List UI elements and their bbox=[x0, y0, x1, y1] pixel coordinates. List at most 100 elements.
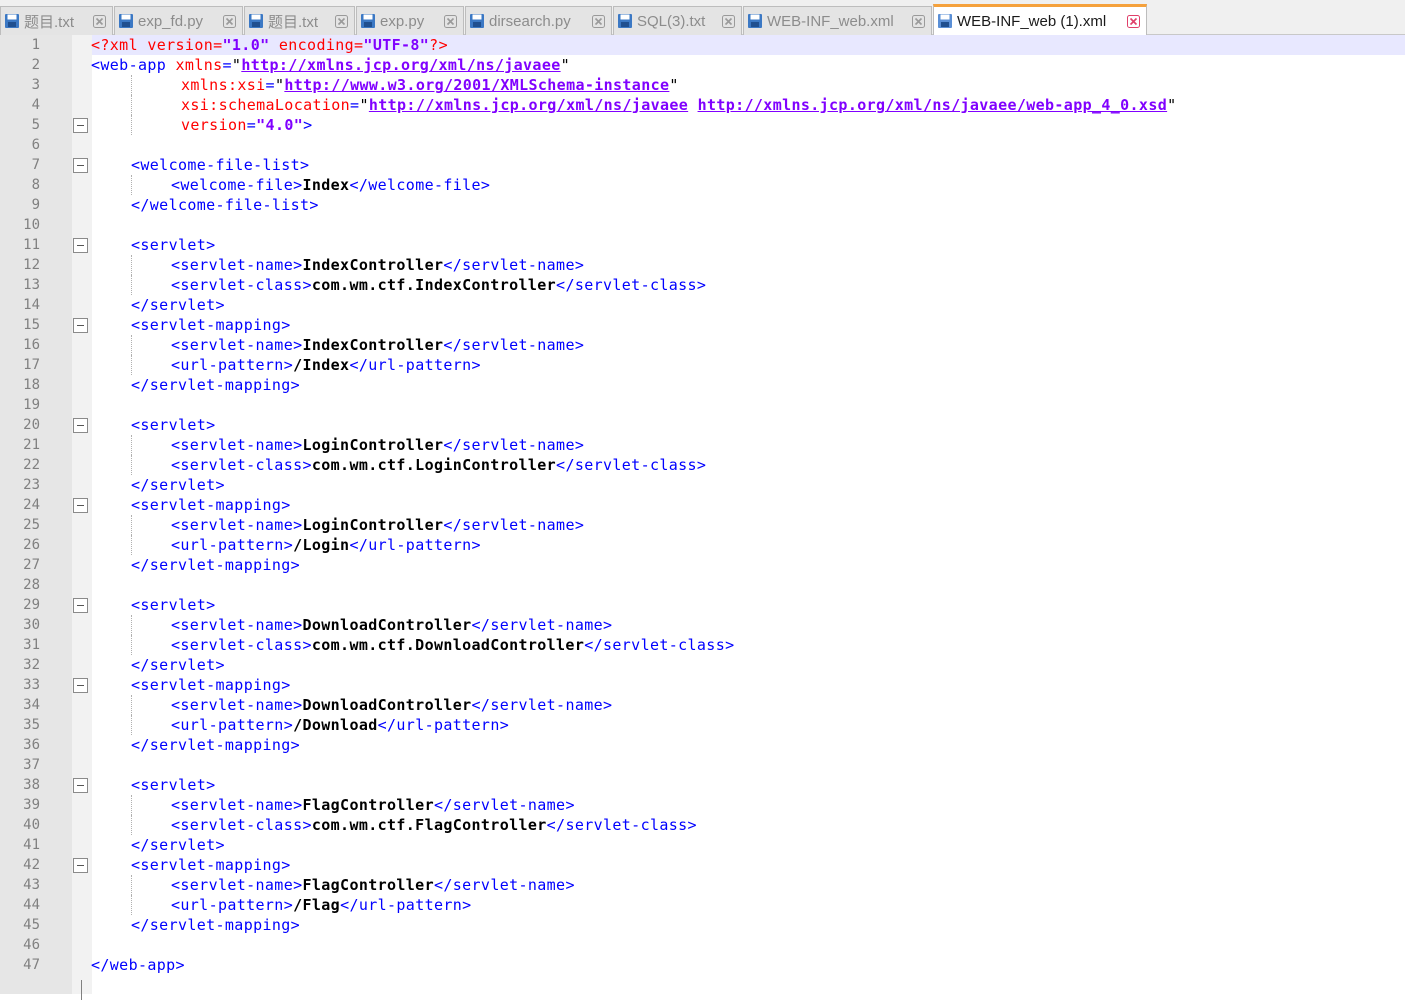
line-number: 29 bbox=[23, 597, 40, 613]
close-icon[interactable] bbox=[444, 14, 457, 28]
token-pi: ?> bbox=[429, 36, 448, 54]
indent-guide bbox=[131, 515, 132, 535]
code-line[interactable]: 19 bbox=[0, 395, 1405, 415]
code-text: </servlet> bbox=[131, 835, 225, 855]
code-line[interactable]: 14 </servlet> bbox=[0, 295, 1405, 315]
code-line[interactable]: 17 <url-pattern>/Index</url-pattern> bbox=[0, 355, 1405, 375]
token-tag: <servlet-class> bbox=[171, 816, 312, 834]
code-line[interactable]: 24 <servlet-mapping> bbox=[0, 495, 1405, 515]
code-line[interactable]: 41 </servlet> bbox=[0, 835, 1405, 855]
fold-minus-icon[interactable] bbox=[73, 598, 88, 613]
indent-guide bbox=[131, 535, 132, 555]
close-icon[interactable] bbox=[722, 14, 735, 28]
code-line[interactable]: 39 <servlet-name>FlagController</servlet-… bbox=[0, 795, 1405, 815]
close-icon[interactable] bbox=[93, 14, 106, 28]
token-txt: FlagController bbox=[302, 796, 434, 814]
code-line[interactable]: 18 </servlet-mapping> bbox=[0, 375, 1405, 395]
tab-6[interactable]: SQL(3).txt bbox=[613, 6, 742, 35]
code-line[interactable]: 43 <servlet-name>FlagController</servlet-… bbox=[0, 875, 1405, 895]
code-line[interactable]: 23 </servlet> bbox=[0, 475, 1405, 495]
code-line[interactable]: 45 </servlet-mapping> bbox=[0, 915, 1405, 935]
code-line[interactable]: 9 </welcome-file-list> bbox=[0, 195, 1405, 215]
code-line[interactable]: 27 </servlet-mapping> bbox=[0, 555, 1405, 575]
close-icon[interactable] bbox=[912, 14, 925, 28]
tab-8[interactable]: WEB-INF_web (1).xml bbox=[933, 4, 1147, 35]
token-tag: </servlet> bbox=[131, 476, 225, 494]
code-line[interactable]: 3 xmlns:xsi="http://www.w3.org/2001/XMLSc… bbox=[0, 75, 1405, 95]
token-tag: </servlet-name> bbox=[433, 796, 575, 814]
code-line[interactable]: 11 <servlet> bbox=[0, 235, 1405, 255]
close-icon[interactable] bbox=[223, 14, 236, 28]
token-url[interactable]: http://www.w3.org/2001/XMLSchema-instanc… bbox=[284, 76, 669, 94]
code-line[interactable]: 44 <url-pattern>/Flag</url-pattern> bbox=[0, 895, 1405, 915]
code-line[interactable]: 37 bbox=[0, 755, 1405, 775]
code-line[interactable]: 15 <servlet-mapping> bbox=[0, 315, 1405, 335]
code-line[interactable]: 46 bbox=[0, 935, 1405, 955]
line-number: 37 bbox=[23, 757, 40, 773]
close-icon[interactable] bbox=[1127, 14, 1140, 28]
tab-label: 题目.txt bbox=[268, 13, 319, 31]
code-line[interactable]: 36 </servlet-mapping> bbox=[0, 735, 1405, 755]
line-number: 7 bbox=[31, 157, 40, 173]
code-line[interactable]: 47 </web-app> bbox=[0, 955, 1405, 975]
code-editor[interactable]: 1 <?xml version="1.0" encoding="UTF-8"?> 2… bbox=[0, 35, 1405, 1000]
code-line[interactable]: 32 </servlet> bbox=[0, 655, 1405, 675]
code-line[interactable]: 7 <welcome-file-list> bbox=[0, 155, 1405, 175]
tab-2[interactable]: exp_fd.py bbox=[114, 6, 243, 35]
code-text: <servlet-class>com.wm.ctf.LoginControlle… bbox=[171, 455, 706, 475]
tab-1[interactable]: 题目.txt bbox=[0, 6, 113, 35]
token-tag: </url-pattern> bbox=[349, 536, 481, 554]
tab-bar: 题目.txt exp_fd.py 题目.txt exp.py dirsearch.py S… bbox=[0, 0, 1405, 35]
fold-minus-icon[interactable] bbox=[73, 498, 88, 513]
code-line[interactable]: 33 <servlet-mapping> bbox=[0, 675, 1405, 695]
code-line[interactable]: 42 <servlet-mapping> bbox=[0, 855, 1405, 875]
code-line[interactable]: 21 <servlet-name>LoginController</servlet… bbox=[0, 435, 1405, 455]
close-icon[interactable] bbox=[335, 14, 348, 28]
code-line[interactable]: 20 <servlet> bbox=[0, 415, 1405, 435]
fold-minus-icon[interactable] bbox=[73, 858, 88, 873]
code-line[interactable]: 31 <servlet-class>com.wm.ctf.DownloadCont… bbox=[0, 635, 1405, 655]
code-line[interactable]: 29 <servlet> bbox=[0, 595, 1405, 615]
indent-guide bbox=[131, 455, 132, 475]
indent-guide bbox=[131, 635, 132, 655]
code-line[interactable]: 6 bbox=[0, 135, 1405, 155]
code-line[interactable]: 16 <servlet-name>IndexController</servlet… bbox=[0, 335, 1405, 355]
token-url[interactable]: http://xmlns.jcp.org/xml/ns/javaee/web-a… bbox=[698, 96, 1168, 114]
tab-7[interactable]: WEB-INF_web.xml bbox=[743, 6, 932, 35]
token-url[interactable]: http://xmlns.jcp.org/xml/ns/javaee bbox=[369, 96, 688, 114]
code-line[interactable]: 38 <servlet> bbox=[0, 775, 1405, 795]
token-url[interactable]: http://xmlns.jcp.org/xml/ns/javaee bbox=[241, 56, 560, 74]
code-line[interactable]: 4 xsi:schemaLocation="http://xmlns.jcp.or… bbox=[0, 95, 1405, 115]
fold-minus-icon[interactable] bbox=[73, 318, 88, 333]
code-line[interactable]: 2 <web-app xmlns="http://xmlns.jcp.org/xm… bbox=[0, 55, 1405, 75]
tab-5[interactable]: dirsearch.py bbox=[465, 6, 612, 35]
tab-4[interactable]: exp.py bbox=[356, 6, 464, 35]
code-line[interactable]: 10 bbox=[0, 215, 1405, 235]
token-tag: </servlet-class> bbox=[584, 636, 735, 654]
code-line[interactable]: 22 <servlet-class>com.wm.ctf.LoginControl… bbox=[0, 455, 1405, 475]
fold-minus-icon[interactable] bbox=[73, 158, 88, 173]
code-line[interactable]: 35 <url-pattern>/Download</url-pattern> bbox=[0, 715, 1405, 735]
fold-minus-icon[interactable] bbox=[73, 238, 88, 253]
code-text: <servlet-name>DownloadController</servle… bbox=[171, 695, 612, 715]
code-line[interactable]: 12 <servlet-name>IndexController</servlet… bbox=[0, 255, 1405, 275]
fold-minus-icon[interactable] bbox=[73, 418, 88, 433]
token-tag: <servlet-class> bbox=[171, 456, 312, 474]
fold-minus-icon[interactable] bbox=[73, 118, 88, 133]
code-line[interactable]: 13 <servlet-class>com.wm.ctf.IndexControl… bbox=[0, 275, 1405, 295]
line-number: 8 bbox=[31, 177, 40, 193]
code-line[interactable]: 30 <servlet-name>DownloadController</serv… bbox=[0, 615, 1405, 635]
code-line[interactable]: 25 <servlet-name>LoginController</servlet… bbox=[0, 515, 1405, 535]
code-line[interactable]: 34 <servlet-name>DownloadController</serv… bbox=[0, 695, 1405, 715]
code-line[interactable]: 5 version="4.0"> bbox=[0, 115, 1405, 135]
code-line[interactable]: 40 <servlet-class>com.wm.ctf.FlagControll… bbox=[0, 815, 1405, 835]
tab-3[interactable]: 题目.txt bbox=[244, 6, 355, 35]
code-line[interactable]: 1 <?xml version="1.0" encoding="UTF-8"?> bbox=[0, 35, 1405, 55]
close-icon[interactable] bbox=[592, 14, 605, 28]
fold-minus-icon[interactable] bbox=[73, 678, 88, 693]
code-line[interactable]: 26 <url-pattern>/Login</url-pattern> bbox=[0, 535, 1405, 555]
code-line[interactable]: 8 <welcome-file>Index</welcome-file> bbox=[0, 175, 1405, 195]
fold-minus-icon[interactable] bbox=[73, 778, 88, 793]
code-text: <?xml version="1.0" encoding="UTF-8"?> bbox=[91, 35, 448, 55]
code-line[interactable]: 28 bbox=[0, 575, 1405, 595]
